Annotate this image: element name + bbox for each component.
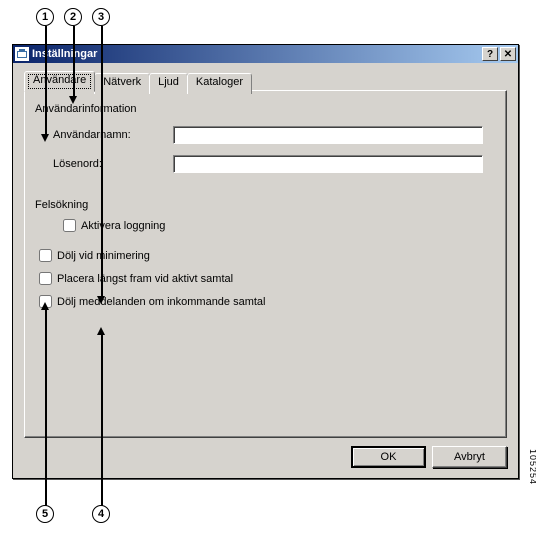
checkbox-bring-front-label: Placera längst fram vid aktivt samtal [57, 273, 233, 285]
group-user-info: Användarinformation [35, 103, 137, 115]
group-debug: Felsökning [35, 199, 88, 211]
callout-5: 5 [36, 505, 54, 523]
callout-arrow-5 [41, 302, 49, 310]
checkbox-bring-front-box[interactable] [39, 272, 52, 285]
tab-bar: Användare Nätverk Ljud Kataloger [24, 73, 251, 94]
password-input[interactable] [173, 155, 483, 173]
titlebar: Inställningar ? ✕ [13, 45, 518, 63]
tab-user[interactable]: Användare [24, 71, 95, 92]
checkbox-enable-logging-label: Aktivera loggning [81, 220, 165, 232]
checkbox-enable-logging[interactable]: Aktivera loggning [63, 219, 165, 232]
callout-arrow-4 [97, 327, 105, 335]
ok-button[interactable]: OK [351, 446, 426, 468]
callout-line-2 [73, 26, 75, 98]
help-button[interactable]: ? [482, 47, 498, 61]
callout-line-1 [45, 26, 47, 136]
checkbox-hide-minimize[interactable]: Dölj vid minimering [39, 249, 150, 262]
app-icon [15, 47, 29, 61]
checkbox-hide-minimize-box[interactable] [39, 249, 52, 262]
close-button[interactable]: ✕ [500, 47, 516, 61]
callout-4: 4 [92, 505, 110, 523]
cancel-button[interactable]: Avbryt [432, 446, 507, 468]
tab-network[interactable]: Nätverk [94, 73, 150, 94]
tab-panel: Användarinformation Användarnamn: Löseno… [24, 90, 507, 438]
callout-2: 2 [64, 8, 82, 26]
callout-3: 3 [92, 8, 110, 26]
callout-line-5 [45, 308, 47, 506]
checkbox-hide-minimize-label: Dölj vid minimering [57, 250, 150, 262]
figure-id: 105254 [528, 449, 536, 485]
label-password: Lösenord: [53, 158, 102, 170]
window-title: Inställningar [32, 48, 482, 60]
callout-arrow-1 [41, 134, 49, 142]
tab-directories[interactable]: Kataloger [187, 73, 252, 94]
checkbox-enable-logging-box[interactable] [63, 219, 76, 232]
callout-arrow-3 [97, 296, 105, 304]
label-username: Användarnamn: [53, 129, 131, 141]
callout-line-4 [101, 333, 103, 506]
callout-1: 1 [36, 8, 54, 26]
button-row: OK Avbryt [351, 446, 507, 468]
callout-arrow-2 [69, 96, 77, 104]
checkbox-hide-incoming-label: Dölj meddelanden om inkommande samtal [57, 296, 266, 308]
tab-audio[interactable]: Ljud [149, 73, 188, 94]
callout-line-3 [101, 26, 103, 298]
checkbox-bring-front[interactable]: Placera längst fram vid aktivt samtal [39, 272, 233, 285]
settings-window: Inställningar ? ✕ Användare Nätverk Ljud… [12, 44, 519, 479]
username-input[interactable] [173, 126, 483, 144]
checkbox-hide-incoming[interactable]: Dölj meddelanden om inkommande samtal [39, 295, 266, 308]
